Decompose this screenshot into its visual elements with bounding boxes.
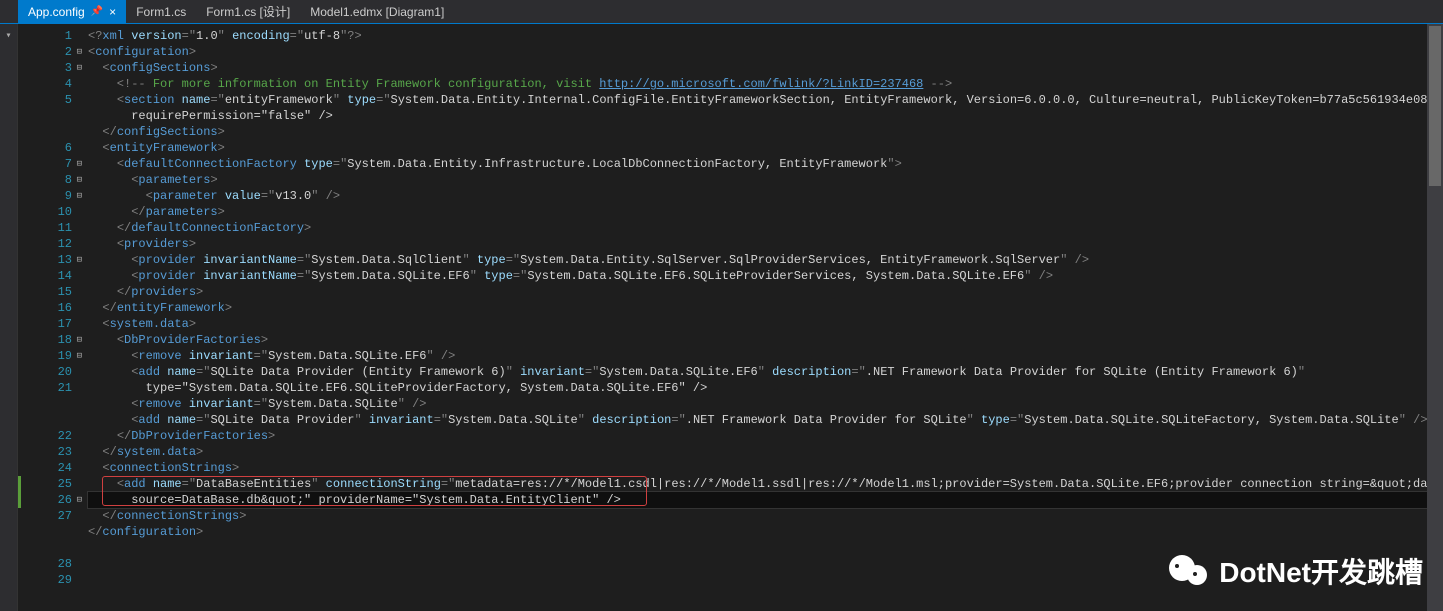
code-line[interactable]: source=DataBase.db&quot;" providerName="… [88, 492, 1443, 508]
code-line[interactable]: <provider invariantName="System.Data.Sql… [88, 252, 1443, 268]
code-line[interactable]: <providers> [88, 236, 1443, 252]
line-gutter: 1 2⊟ 3⊟ 4 5 6 7⊟ 8⊟ 9⊟ 10 11 12 13⊟ 14 1… [18, 24, 76, 611]
dropdown-icon[interactable]: ▾ [5, 30, 11, 42]
code-line[interactable]: <remove invariant="System.Data.SQLite" /… [88, 396, 1443, 412]
code-line[interactable]: <connectionStrings> [88, 460, 1443, 476]
code-line[interactable]: <configSections> [88, 60, 1443, 76]
tab-model1-edmx[interactable]: Model1.edmx [Diagram1] [300, 0, 454, 23]
editor-area: ▾ 1 2⊟ 3⊟ 4 5 6 7⊟ 8⊟ 9⊟ 10 11 12 13⊟ 14… [0, 24, 1443, 611]
code-line[interactable]: <?xml version="1.0" encoding="utf-8"?> [88, 28, 1443, 44]
code-line[interactable]: <defaultConnectionFactory type="System.D… [88, 156, 1443, 172]
watermark-text: DotNet开发跳槽 [1219, 551, 1423, 591]
code-line[interactable]: requirePermission="false" /> [88, 108, 1443, 124]
code-line[interactable]: <remove invariant="System.Data.SQLite.EF… [88, 348, 1443, 364]
wechat-icon [1169, 551, 1209, 591]
tab-form1-cs[interactable]: Form1.cs [126, 0, 196, 23]
code-line[interactable]: <add name="DataBaseEntities" connectionS… [88, 476, 1443, 492]
code-editor[interactable]: <?xml version="1.0" encoding="utf-8"?><c… [76, 24, 1443, 611]
code-line[interactable]: </connectionStrings> [88, 508, 1443, 524]
tab-form1-design[interactable]: Form1.cs [设计] [196, 0, 300, 23]
code-line[interactable]: <DbProviderFactories> [88, 332, 1443, 348]
code-line[interactable]: <configuration> [88, 44, 1443, 60]
code-line[interactable]: type="System.Data.SQLite.EF6.SQLiteProvi… [88, 380, 1443, 396]
tab-app-config[interactable]: App.config 📌 × [18, 0, 126, 23]
code-line[interactable]: </providers> [88, 284, 1443, 300]
tab-label: Form1.cs [136, 5, 186, 19]
code-line[interactable]: </parameters> [88, 204, 1443, 220]
change-marker [18, 476, 21, 508]
code-line[interactable]: </entityFramework> [88, 300, 1443, 316]
tab-label: Form1.cs [设计] [206, 3, 290, 20]
code-line[interactable]: <add name="SQLite Data Provider" invaria… [88, 412, 1443, 428]
pin-icon[interactable]: 📌 [91, 6, 103, 17]
code-line[interactable]: <section name="entityFramework" type="Sy… [88, 92, 1443, 108]
tab-bar: App.config 📌 × Form1.cs Form1.cs [设计] Mo… [0, 0, 1443, 24]
code-line[interactable]: <system.data> [88, 316, 1443, 332]
scrollbar-thumb[interactable] [1429, 26, 1441, 186]
tab-label: Model1.edmx [Diagram1] [310, 5, 444, 19]
code-line[interactable]: </configuration> [88, 524, 1443, 540]
code-line[interactable]: <provider invariantName="System.Data.SQL… [88, 268, 1443, 284]
code-line[interactable]: <entityFramework> [88, 140, 1443, 156]
tab-label: App.config [28, 5, 85, 19]
code-line[interactable]: </DbProviderFactories> [88, 428, 1443, 444]
code-line[interactable]: <parameter value="v13.0" /> [88, 188, 1443, 204]
code-line[interactable]: <parameters> [88, 172, 1443, 188]
code-line[interactable]: <!-- For more information on Entity Fram… [88, 76, 1443, 92]
left-margin: ▾ [0, 24, 18, 611]
code-line[interactable]: </system.data> [88, 444, 1443, 460]
watermark: DotNet开发跳槽 [1169, 551, 1423, 591]
close-icon[interactable]: × [109, 5, 116, 19]
code-line[interactable]: <add name="SQLite Data Provider (Entity … [88, 364, 1443, 380]
vertical-scrollbar[interactable] [1427, 24, 1443, 611]
code-line[interactable]: </configSections> [88, 124, 1443, 140]
code-line[interactable]: </defaultConnectionFactory> [88, 220, 1443, 236]
